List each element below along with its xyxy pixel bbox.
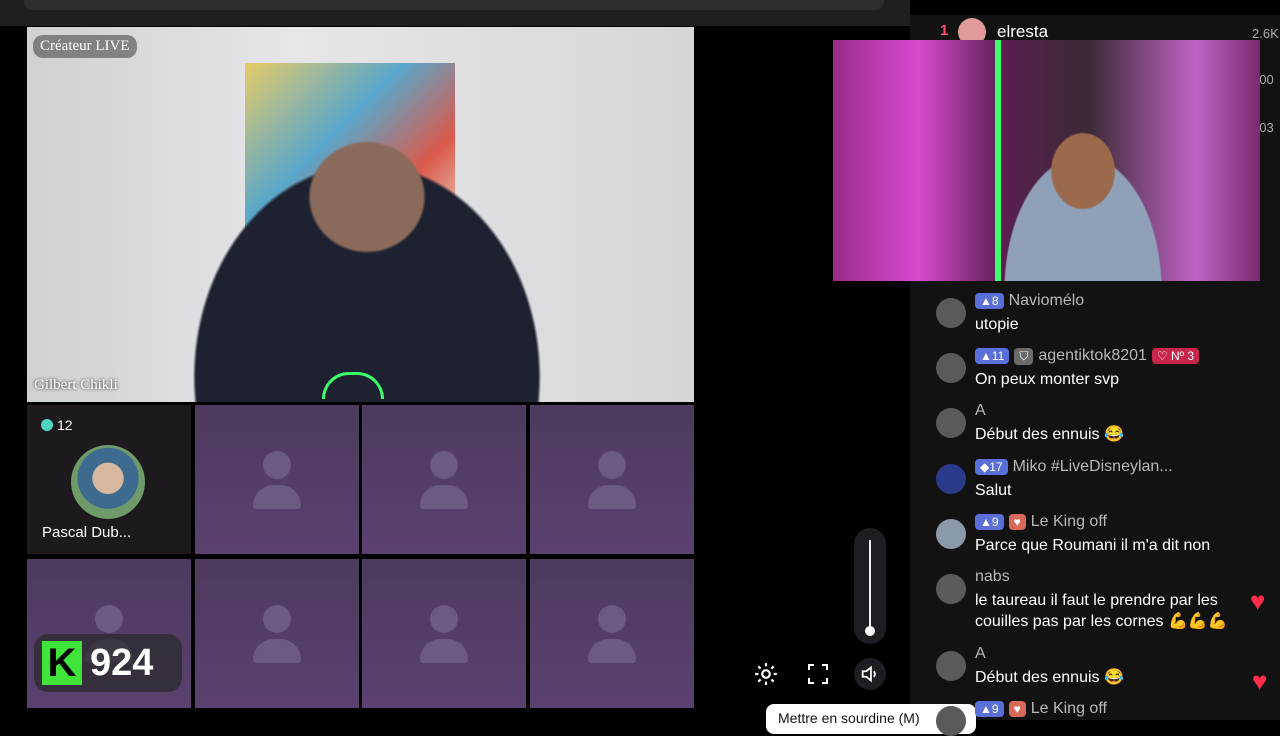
person-placeholder-icon: [95, 605, 123, 633]
chat-username[interactable]: Le King off: [1031, 513, 1107, 531]
avatar[interactable]: [936, 519, 966, 549]
guest-level-value: 12: [57, 417, 73, 433]
avatar[interactable]: [936, 464, 966, 494]
person-placeholder-icon: [598, 451, 626, 479]
avatar[interactable]: [936, 574, 966, 604]
level-badge: ▲9: [975, 514, 1004, 530]
shield-icon: ⛉: [1014, 347, 1034, 365]
chat-text: Salut: [975, 482, 1012, 499]
chat-username[interactable]: A: [975, 645, 986, 663]
rank-number: 1: [940, 22, 949, 39]
chat-username[interactable]: A: [975, 402, 986, 420]
level-badge: ▲9: [975, 701, 1004, 717]
chat-text: le taureau il faut le prendre par les co…: [975, 592, 1228, 630]
leaderboard-name[interactable]: elresta: [997, 22, 1048, 42]
heart-badge-icon: ♥: [1008, 701, 1026, 717]
volume-knob[interactable]: [865, 626, 875, 636]
person-placeholder-icon: [263, 451, 291, 479]
chat-username[interactable]: Naviomélo: [1009, 292, 1085, 310]
creator-live-badge: Créateur LIVE: [33, 35, 137, 58]
empty-seat-tile[interactable]: [530, 559, 694, 708]
heart-icon: ♥: [1252, 666, 1268, 696]
chat-text: Début des ennuis 😂: [975, 426, 1124, 443]
person-placeholder-icon: [598, 605, 626, 633]
chat-text: Début des ennuis 😂: [975, 669, 1124, 686]
score-overlay: K 924: [34, 634, 182, 692]
chat-username[interactable]: Le King off: [1031, 700, 1107, 718]
empty-seat-tile[interactable]: [195, 405, 359, 554]
score-value: 924: [90, 641, 154, 684]
gear-icon[interactable]: [750, 658, 782, 690]
chat-text: utopie: [975, 316, 1019, 333]
heart-icon: ♥: [1250, 586, 1266, 616]
chat-text: On peux monter svp: [975, 371, 1120, 388]
guest-avatar: [71, 445, 145, 519]
avatar[interactable]: [936, 408, 966, 438]
level-badge: ▲8: [975, 293, 1004, 309]
guest-name: Pascal Dub...: [42, 524, 132, 541]
host-person: [147, 107, 587, 402]
chat-username[interactable]: Miko #LiveDisneylan...: [1013, 458, 1173, 476]
streamer-person: [983, 120, 1183, 281]
avatar[interactable]: [936, 706, 966, 736]
streamer-camera: [833, 40, 1260, 281]
empty-seat-tile[interactable]: [362, 559, 526, 708]
avatar[interactable]: [936, 353, 966, 383]
speaker-icon[interactable]: [854, 658, 886, 690]
volume-slider[interactable]: [854, 528, 886, 644]
fullscreen-icon[interactable]: [802, 658, 834, 690]
host-name: Gilbert Chikli: [34, 377, 118, 393]
browser-top-bar: [0, 0, 910, 26]
empty-seat-tile[interactable]: [195, 559, 359, 708]
guest-level: 12: [41, 417, 73, 433]
level-badge: ▲11: [975, 348, 1010, 364]
level-icon: [41, 419, 53, 431]
person-placeholder-icon: [430, 605, 458, 633]
chat-username[interactable]: nabs: [975, 568, 1010, 586]
rank-badge: ♡ Nº 3: [1151, 348, 1200, 364]
heart-badge-icon: ♥: [1008, 514, 1026, 530]
chat-text: Parce que Roumani il m'a dit non: [975, 537, 1211, 554]
empty-seat-tile[interactable]: [530, 405, 694, 554]
chat-username[interactable]: agentiktok8201: [1038, 347, 1147, 365]
host-video: [27, 27, 694, 402]
avatar[interactable]: [936, 298, 966, 328]
avatar[interactable]: [936, 651, 966, 681]
address-bar[interactable]: [24, 0, 884, 10]
k-logo-icon: K: [42, 641, 82, 685]
person-placeholder-icon: [430, 451, 458, 479]
empty-seat-tile[interactable]: [362, 405, 526, 554]
guest-tile[interactable]: 12 Pascal Dub...: [27, 405, 191, 554]
person-placeholder-icon: [263, 605, 291, 633]
leaderboard-value: 2.6K: [1252, 26, 1279, 41]
level-badge: ◆17: [975, 459, 1008, 475]
